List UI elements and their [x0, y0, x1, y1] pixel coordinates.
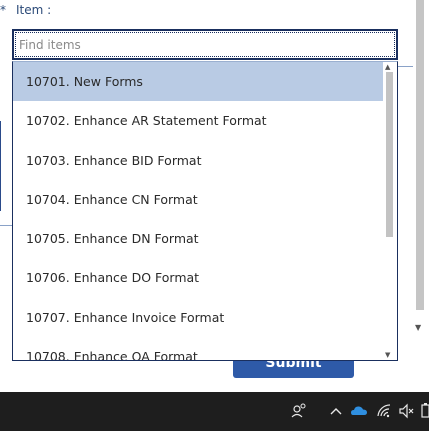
- list-item[interactable]: 10701. New Forms: [13, 62, 383, 102]
- scroll-up-icon[interactable]: ▲: [385, 63, 390, 71]
- speaker-muted-icon[interactable]: [398, 400, 416, 422]
- chevron-up-icon[interactable]: [329, 400, 343, 422]
- item-combobox[interactable]: 10701. New Forms 10702. Enhance AR State…: [12, 29, 398, 361]
- search-input[interactable]: [12, 29, 398, 60]
- list-item[interactable]: 10702. Enhance AR Statement Format: [13, 101, 383, 140]
- item-label-text: Item :: [16, 3, 52, 17]
- list-scrollbar-thumb[interactable]: [386, 72, 393, 237]
- options-list[interactable]: 10701. New Forms 10702. Enhance AR State…: [12, 61, 398, 361]
- list-item[interactable]: 10705. Enhance DN Format: [13, 219, 383, 258]
- list-item[interactable]: 10707. Enhance Invoice Format: [13, 298, 383, 337]
- list-item[interactable]: 10703. Enhance BID Format: [13, 141, 383, 180]
- battery-icon[interactable]: [420, 400, 429, 422]
- list-item[interactable]: 10708. Enhance OA Format: [13, 337, 383, 360]
- wifi-icon[interactable]: [376, 400, 392, 422]
- list-item[interactable]: 10706. Enhance DO Format: [13, 258, 383, 297]
- scroll-down-icon[interactable]: ▼: [385, 351, 390, 359]
- list-scrollbar[interactable]: ▲ ▼: [383, 62, 397, 360]
- item-label: * Item :: [0, 3, 51, 17]
- page-scroll-down-icon[interactable]: ▼: [415, 323, 421, 332]
- list-item[interactable]: 10704. Enhance CN Format: [13, 180, 383, 219]
- required-mark: *: [0, 3, 6, 17]
- people-icon[interactable]: [291, 400, 307, 422]
- page-scrollbar-thumb[interactable]: [416, 0, 424, 310]
- taskbar: [0, 392, 429, 431]
- onedrive-cloud-icon[interactable]: [350, 400, 368, 422]
